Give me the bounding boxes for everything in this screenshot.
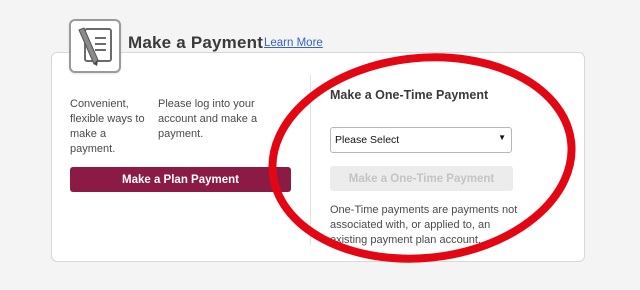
section-divider	[310, 75, 311, 245]
one-time-description: One-Time payments are payments not assoc…	[330, 204, 518, 246]
login-prompt-text: Please log into your account and make a …	[158, 98, 258, 140]
payment-icon-box	[69, 19, 121, 73]
page-title: Make a Payment	[128, 33, 264, 52]
payment-select[interactable]: Please Select ▼	[330, 127, 512, 153]
one-time-payment-heading: Make a One-Time Payment	[330, 88, 489, 102]
caret-down-icon: ▼	[498, 133, 506, 142]
payment-document-pen-icon	[78, 27, 112, 66]
convenient-text: Convenient, flexible ways to make a paym…	[70, 98, 145, 155]
select-value: Please Select	[335, 134, 400, 146]
learn-more-link[interactable]: Learn More	[264, 37, 323, 49]
make-one-time-payment-button[interactable]: Make a One-Time Payment	[330, 166, 513, 191]
make-plan-payment-button[interactable]: Make a Plan Payment	[70, 167, 291, 192]
